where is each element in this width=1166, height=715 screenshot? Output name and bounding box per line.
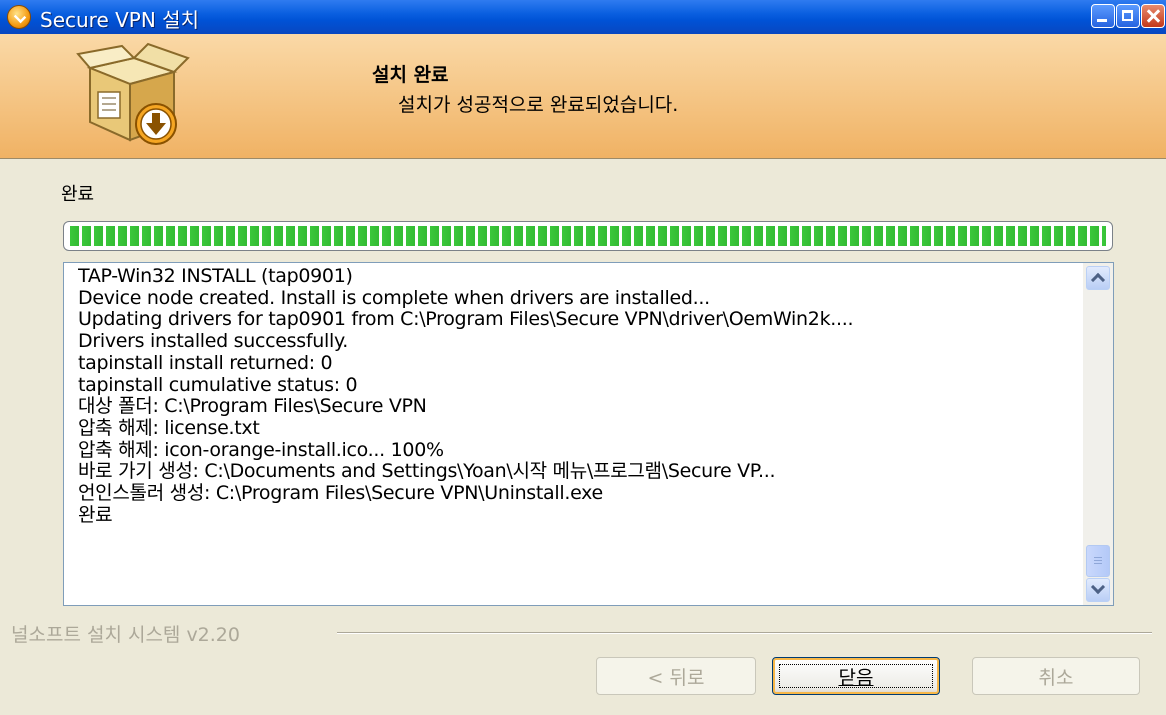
scroll-thumb[interactable] <box>1086 545 1110 577</box>
header-subtitle: 설치가 성공적으로 완료되었습니다. <box>398 94 679 116</box>
log-line: tapinstall install returned: 0 <box>78 352 333 374</box>
branding-text: 널소프트 설치 시스템 v2.20 <box>11 624 240 646</box>
status-label: 완료 <box>61 184 95 205</box>
maximize-icon[interactable] <box>1116 4 1140 28</box>
box-download-icon <box>76 42 190 145</box>
log-line: 언인스톨러 생성: C:\Program Files\Secure VPN\Un… <box>78 483 603 505</box>
log-line: 완료 <box>78 504 113 526</box>
minimize-icon[interactable] <box>1091 4 1115 28</box>
header-title: 설치 완료 <box>372 64 449 86</box>
progress-fill <box>70 226 1106 246</box>
close-icon[interactable] <box>1141 4 1165 28</box>
window-title: Secure VPN 설치 <box>40 8 199 32</box>
log-line: Drivers installed successfully. <box>78 331 348 353</box>
log-line: TAP-Win32 INSTALL (tap0901) <box>78 266 353 287</box>
scroll-up-icon[interactable] <box>1086 266 1110 290</box>
log-line: Device node created. Install is complete… <box>78 287 710 309</box>
log-line: 바로 가기 생성: C:\Documents and Settings\Yoan… <box>78 461 776 483</box>
log-line: 압축 해제: icon-orange-install.ico... 100% <box>78 439 444 461</box>
focus-ring <box>779 664 933 688</box>
log-line: Updating drivers for tap0901 from C:\Pro… <box>78 309 854 331</box>
log-line: 압축 해제: license.txt <box>78 417 260 439</box>
installer-icon <box>7 5 31 29</box>
log-scrollbar[interactable] <box>1083 263 1113 605</box>
title-bar[interactable]: Secure VPN 설치 <box>0 0 1166 34</box>
log-lines: TAP-Win32 INSTALL (tap0901) Device node c… <box>78 266 1078 526</box>
install-log[interactable]: TAP-Win32 INSTALL (tap0901) Device node c… <box>63 262 1114 606</box>
close-button[interactable]: 닫음 <box>772 657 940 695</box>
scroll-down-icon[interactable] <box>1086 578 1110 602</box>
back-button[interactable]: < 뒤로 <box>596 657 756 695</box>
log-line: tapinstall cumulative status: 0 <box>78 374 358 396</box>
header-banner: 설치 완료 설치가 성공적으로 완료되었습니다. <box>0 34 1166 159</box>
footer-divider <box>337 632 1152 634</box>
progress-bar <box>63 221 1113 251</box>
cancel-button[interactable]: 취소 <box>972 657 1140 695</box>
log-line: 대상 폴더: C:\Program Files\Secure VPN <box>78 396 427 418</box>
